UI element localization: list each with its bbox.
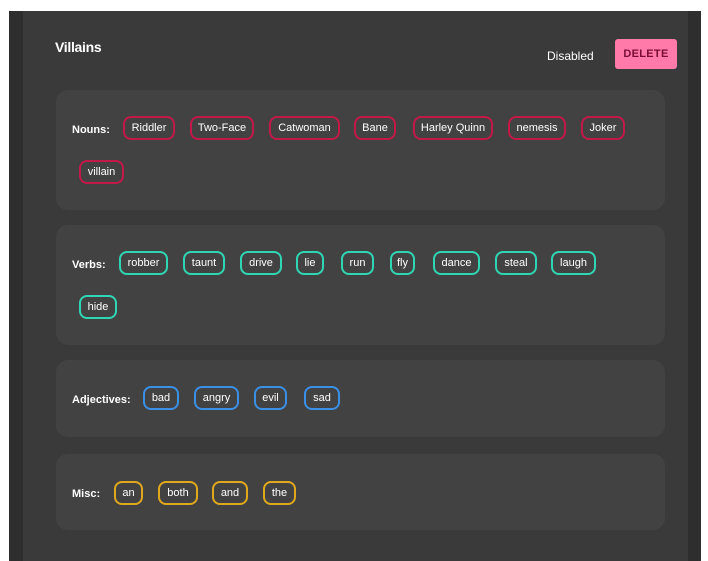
word-chip[interactable]: Joker bbox=[581, 116, 625, 140]
word-chip[interactable]: drive bbox=[240, 251, 282, 275]
word-chip[interactable]: lie bbox=[296, 251, 324, 275]
word-chip[interactable]: bad bbox=[143, 386, 179, 410]
word-chip[interactable]: evil bbox=[254, 386, 287, 410]
word-chip[interactable]: sad bbox=[304, 386, 340, 410]
word-chip[interactable]: taunt bbox=[183, 251, 225, 275]
panel-header: Villains Disabled DELETE bbox=[23, 11, 688, 81]
nouns-card: Nouns: Riddler Two-Face Catwoman Bane Ha… bbox=[56, 90, 665, 210]
word-chip[interactable]: and bbox=[212, 481, 248, 505]
word-chip[interactable]: robber bbox=[119, 251, 168, 275]
word-chip[interactable]: both bbox=[158, 481, 198, 505]
word-chip[interactable]: hide bbox=[79, 295, 117, 319]
word-chip[interactable]: Riddler bbox=[123, 116, 175, 140]
status-text[interactable]: Disabled bbox=[547, 49, 594, 63]
word-chip[interactable]: an bbox=[114, 481, 143, 505]
word-chip[interactable]: fly bbox=[390, 251, 415, 275]
word-chip[interactable]: Two-Face bbox=[190, 116, 254, 140]
word-chip[interactable]: Catwoman bbox=[269, 116, 340, 140]
word-set-title: Villains bbox=[55, 39, 102, 55]
word-set-panel: Villains Disabled DELETE Nouns: Riddler … bbox=[23, 11, 688, 561]
adjectives-label: Adjectives: bbox=[72, 394, 131, 406]
nouns-label: Nouns: bbox=[72, 124, 110, 136]
word-chip[interactable]: villain bbox=[79, 160, 124, 184]
word-chip[interactable]: nemesis bbox=[508, 116, 566, 140]
delete-button[interactable]: DELETE bbox=[615, 39, 677, 69]
word-chip[interactable]: steal bbox=[495, 251, 537, 275]
word-chip[interactable]: laugh bbox=[551, 251, 596, 275]
misc-label: Misc: bbox=[72, 488, 101, 500]
word-chip[interactable]: run bbox=[341, 251, 374, 275]
adjectives-card: Adjectives: bad angry evil sad bbox=[56, 360, 665, 437]
verbs-label: Verbs: bbox=[72, 259, 106, 271]
word-chip[interactable]: Bane bbox=[354, 116, 396, 140]
misc-card: Misc: an both and the bbox=[56, 454, 665, 530]
verbs-card: Verbs: robber taunt drive lie run fly da… bbox=[56, 225, 665, 345]
word-chip[interactable]: dance bbox=[433, 251, 480, 275]
word-chip[interactable]: Harley Quinn bbox=[413, 116, 493, 140]
word-chip[interactable]: the bbox=[263, 481, 296, 505]
word-chip[interactable]: angry bbox=[194, 386, 239, 410]
